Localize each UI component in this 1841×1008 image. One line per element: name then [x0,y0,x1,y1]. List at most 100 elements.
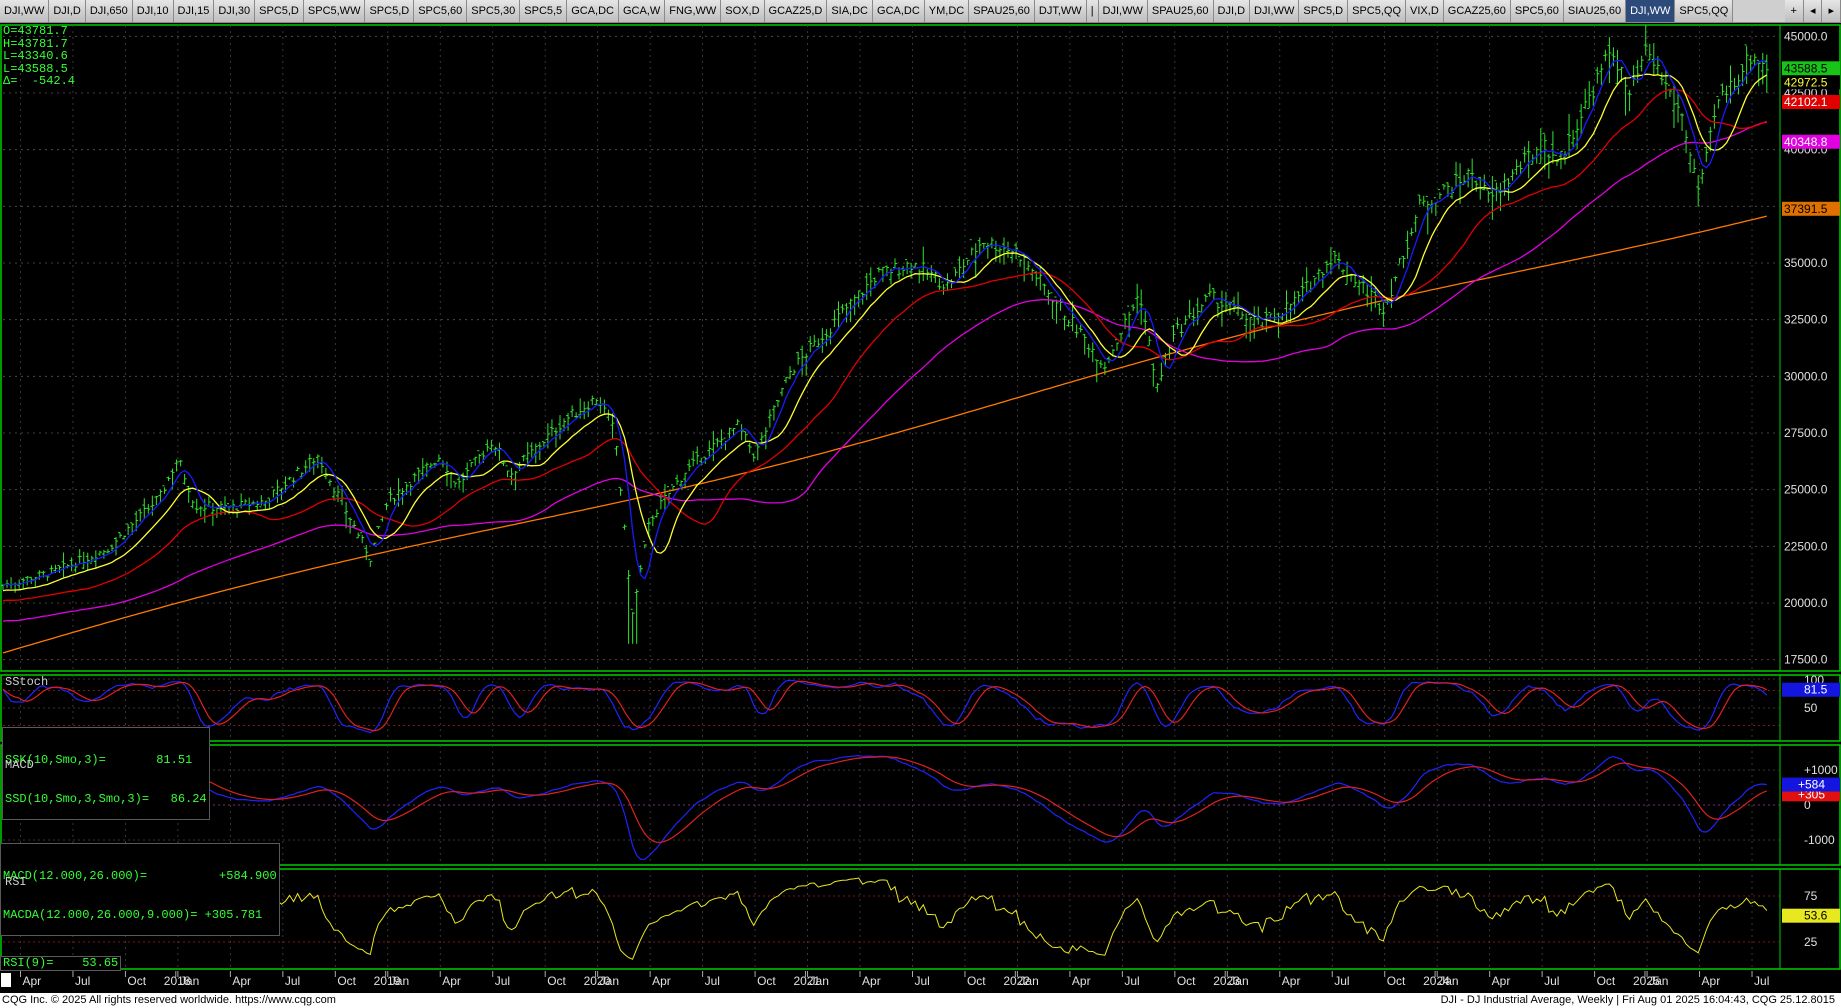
chart-tab[interactable]: DJI,15 [173,0,215,22]
time-axis-label: Apr [1072,974,1091,988]
price-scale-label: 45000.0 [1784,29,1828,43]
chart-tab[interactable]: SIA,DC [827,0,874,22]
copyright-text: CQG Inc. © 2025 All rights reserved worl… [2,994,336,1006]
chart-tab[interactable]: GCA,W [618,0,666,22]
time-axis-label: Oct [757,974,776,988]
scroll-tabs-left-icon[interactable]: ◂ [1803,0,1823,22]
chart-tab[interactable]: | [1086,0,1099,22]
chart-tab[interactable]: DJI,10 [132,0,174,22]
scroll-tabs-right-icon[interactable]: ▸ [1822,0,1841,22]
time-axis-label: Jul [705,974,720,988]
chart-tab[interactable]: DJI,WW [1626,0,1676,22]
time-axis-label: Jan [180,974,199,988]
ma-200-line [2,215,1767,654]
sstoch-scale-label: 50 [1804,701,1818,715]
time-axis-label: Jan [600,974,619,988]
chart-tab[interactable]: VIX,D [1406,0,1444,22]
chart-tab[interactable]: SPC5,QQ [1675,0,1734,22]
chart-tab[interactable]: SPC5,D [1299,0,1349,22]
chart-tab[interactable]: SPAU25,60 [969,0,1035,22]
macda-line-value: MACDA(12.000,26.000,9.000)= +305.781 [3,908,263,922]
macd-tag: +584 [1798,778,1825,792]
time-axis-label: Jan [390,974,409,988]
chart-tab[interactable]: SPC5,D [255,0,304,22]
chart-tab[interactable]: SPC5,WW [303,0,366,22]
add-tab-button[interactable]: + [1784,0,1804,22]
pane-border-main [0,24,1841,672]
price-scale-label: 17500.0 [1784,653,1828,667]
chart-tab[interactable]: SPC5,30 [467,0,521,22]
time-axis-label: Apr [652,974,671,988]
price-scale-label: 25000.0 [1784,483,1828,497]
chart-tab[interactable]: SPC5,5 [520,0,568,22]
price-scale-label: 22500.0 [1784,539,1828,553]
chart-tab[interactable]: SPC5,D [365,0,415,22]
time-axis-label: Oct [337,974,356,988]
sstoch-tag: 81.5 [1804,683,1828,697]
chart-tab[interactable]: GCAZ25,60 [1443,0,1511,22]
rsi-title: RSI [5,875,27,889]
chart-tab[interactable]: DJI,WW [1250,0,1300,22]
chart-tab[interactable]: FNG,WW [665,0,722,22]
rsi-value: RSI(9)= 53.65 [0,956,122,971]
ssk-value: SSK(10,Smo,3)= 81.51 [5,753,193,767]
time-axis-label: Apr [442,974,461,988]
time-axis-label: Apr [232,974,251,988]
time-axis-label: Apr [1282,974,1301,988]
price-tag-label: 43588.5 [1784,61,1828,75]
rsi-scale-label: 25 [1804,935,1818,949]
price-tag-label: 37391.5 [1784,202,1828,216]
time-axis-label: Apr [1702,974,1721,988]
time-axis-label: Jul [914,974,929,988]
time-axis-label: Apr [22,974,41,988]
price-scale-label: 35000.0 [1784,256,1828,270]
chart-tab[interactable]: DJI,WW [0,0,50,22]
chart-tab[interactable]: SPAU25,60 [1147,0,1214,22]
chart-tab[interactable]: DJI,D [1213,0,1251,22]
chart-tab[interactable]: SPC5,QQ [1348,0,1407,22]
ohlc-readout: O=43781.7 H=43781.7 L=43340.6 L=43588.5 … [3,25,75,88]
time-axis-label: Jul [1754,974,1769,988]
time-axis-label: Jul [1334,974,1349,988]
time-axis-label: Oct [1597,974,1616,988]
time-axis-label: Jan [1439,974,1458,988]
ohlc-open: O=43781.7 [3,24,68,38]
macd-scale-label: -1000 [1804,833,1835,847]
ohlc-delta: Δ= -542.4 [3,74,76,88]
chart-tab[interactable]: YM,DC [924,0,970,22]
chart-tab[interactable]: SIAU25,60 [1563,0,1627,22]
time-axis-label: Oct [967,974,986,988]
chart-tab[interactable]: SPC5,60 [1510,0,1564,22]
chart-tab[interactable]: SPC5,60 [414,0,468,22]
time-axis-label: Jan [1019,974,1038,988]
ma-10-line [2,73,1768,592]
chart-tab-bar: DJI,WW DJI,D DJI,650 DJI,10 DJI,15 DJI,30 SPC5… [0,0,1841,23]
chart-tab[interactable]: GCAZ25,D [764,0,828,22]
chart-tab[interactable]: DJI,30 [214,0,256,22]
time-axis-label: Jan [810,974,829,988]
chart-description: DJI - DJ Industrial Average, Weekly | Fr… [1440,994,1835,1006]
macd-title: MACD [5,758,34,772]
ma-50-line [2,121,1767,622]
ssd-line [2,680,1768,732]
sstoch-values: SSK(10,Smo,3)= 81.51 SSD(10,Smo,3,Smo,3)… [2,727,210,820]
crosshair-marker-icon [1,973,11,987]
chart-tab[interactable]: DJT,WW [1034,0,1087,22]
chart-tab[interactable]: DJI,D [49,0,86,22]
time-axis-label: Jul [1124,974,1139,988]
time-axis-label: Jan [1649,974,1668,988]
chart-tab[interactable]: GCA,DC [567,0,619,22]
chart-tab[interactable]: SOX,D [721,0,765,22]
time-axis-label: Oct [547,974,566,988]
price-scale-label: 20000.0 [1784,596,1828,610]
chart-tab[interactable]: DJI,WW [1098,0,1148,22]
chart-tab[interactable]: DJI,650 [85,0,133,22]
price-tag-label: 40348.8 [1784,135,1828,149]
chart-tab[interactable]: GCA,DC [873,0,925,22]
time-axis-label: Jul [285,974,300,988]
ma-20-line [2,88,1768,602]
macd-scale-label: +1000 [1804,763,1838,777]
ssd-value: SSD(10,Smo,3,Smo,3)= 86.24 [5,792,207,806]
ssk-line [2,679,1768,734]
time-axis-label: Jul [1544,974,1559,988]
